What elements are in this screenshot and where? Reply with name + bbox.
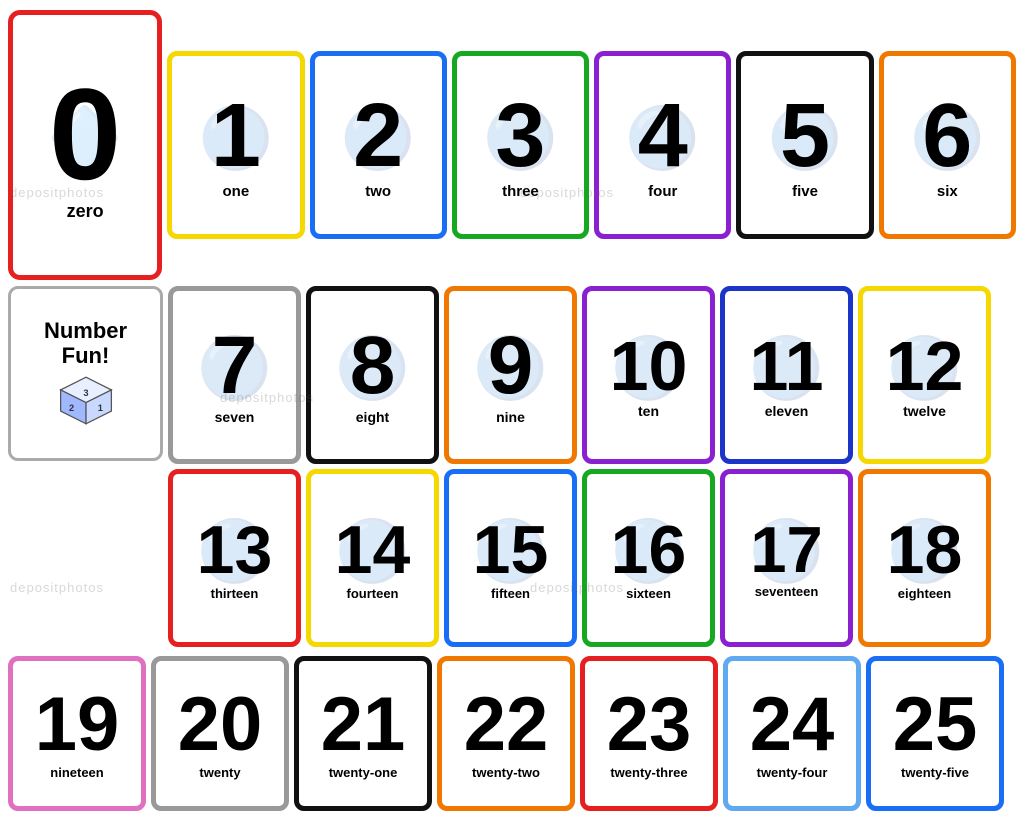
row-1: 🔷 0 zero 🔵 1 one 🔵 2 two 🔵 3 three 🔵 4 f…: [8, 10, 1016, 280]
card-8[interactable]: 🔵 8 eight: [306, 286, 439, 464]
card-14[interactable]: 🔵 14 fourteen: [306, 469, 439, 647]
card-6[interactable]: 🔵 6 six: [879, 51, 1016, 239]
card-10-num: 10: [610, 331, 688, 401]
card-6-word: six: [937, 183, 958, 200]
card-21-word: twenty-one: [329, 765, 398, 780]
card-15-num: 15: [473, 516, 549, 584]
card-25[interactable]: 25 twenty-five: [866, 656, 1004, 811]
card-13-num: 13: [197, 516, 273, 584]
card-15-word: fifteen: [491, 586, 530, 601]
card-12-num: 12: [886, 331, 964, 401]
card-4-word: four: [648, 183, 677, 200]
card-21[interactable]: 21 twenty-one: [294, 656, 432, 811]
row-3: 🔵 13 thirteen 🔵 14 fourteen 🔵 15 fifteen…: [168, 469, 991, 647]
card-20[interactable]: 20 twenty: [151, 656, 289, 811]
card-5[interactable]: 🔵 5 five: [736, 51, 873, 239]
card-5-word: five: [792, 183, 818, 200]
card-16[interactable]: 🔵 16 sixteen: [582, 469, 715, 647]
card-19-word: nineteen: [50, 765, 103, 780]
card-23-word: twenty-three: [610, 765, 687, 780]
card-1-num: 1: [211, 91, 261, 181]
card-15[interactable]: 🔵 15 fifteen: [444, 469, 577, 647]
card-22-word: twenty-two: [472, 765, 540, 780]
card-0-word: zero: [67, 201, 104, 222]
card-2-word: two: [365, 183, 391, 200]
card-21-num: 21: [321, 687, 406, 763]
card-25-num: 25: [893, 687, 978, 763]
card-13[interactable]: 🔵 13 thirteen: [168, 469, 301, 647]
card-7-num: 7: [212, 325, 258, 407]
card-9-num: 9: [488, 325, 534, 407]
card-12[interactable]: 🔵 12 twelve: [858, 286, 991, 464]
card-17-num: 17: [750, 517, 822, 582]
card-23[interactable]: 23 twenty-three: [580, 656, 718, 811]
card-1-word: one: [223, 183, 250, 200]
card-11-word: eleven: [765, 403, 809, 419]
card-14-num: 14: [335, 516, 411, 584]
card-7-word: seven: [215, 409, 255, 425]
card-13-word: thirteen: [211, 586, 259, 601]
card-11[interactable]: 🔵 11 eleven: [720, 286, 853, 464]
card-18-num: 18: [887, 516, 963, 584]
card-3[interactable]: 🔵 3 three: [452, 51, 589, 239]
main-container: depositphotos depositphotos depositphoto…: [0, 0, 1024, 823]
numfun-card[interactable]: Number Fun! 3 2 1: [8, 286, 163, 461]
card-8-num: 8: [350, 325, 396, 407]
card-25-word: twenty-five: [901, 765, 969, 780]
card-19-num: 19: [35, 687, 120, 763]
card-24-word: twenty-four: [757, 765, 828, 780]
card-5-num: 5: [780, 91, 830, 181]
card-14-word: fourteen: [347, 586, 399, 601]
card-9-word: nine: [496, 409, 525, 425]
card-10[interactable]: 🔵 10 ten: [582, 286, 715, 464]
card-7[interactable]: 🔵 7 seven: [168, 286, 301, 464]
card-23-num: 23: [607, 687, 692, 763]
card-20-num: 20: [178, 687, 263, 763]
row-4: 19 nineteen 20 twenty 21 twenty-one 22 t…: [8, 656, 1016, 811]
card-10-word: ten: [638, 403, 659, 419]
card-16-word: sixteen: [626, 586, 671, 601]
card-6-num: 6: [922, 91, 972, 181]
card-18[interactable]: 🔵 18 eighteen: [858, 469, 991, 647]
card-3-num: 3: [495, 91, 545, 181]
numfun-title: Number Fun!: [44, 319, 127, 367]
card-12-word: twelve: [903, 403, 946, 419]
card-11-num: 11: [750, 331, 824, 401]
card-16-num: 16: [611, 516, 687, 584]
svg-text:3: 3: [83, 388, 88, 398]
left-col: Number Fun! 3 2 1: [8, 286, 163, 461]
card-2[interactable]: 🔵 2 two: [310, 51, 447, 239]
row-2: 🔵 7 seven 🔵 8 eight 🔵 9 nine 🔵 10: [168, 286, 991, 464]
card-1[interactable]: 🔵 1 one: [167, 51, 304, 239]
card-2-num: 2: [353, 91, 403, 181]
card-24-num: 24: [750, 687, 835, 763]
card-0[interactable]: 🔷 0 zero: [8, 10, 162, 280]
card-22[interactable]: 22 twenty-two: [437, 656, 575, 811]
card-4-num: 4: [638, 91, 688, 181]
card-20-word: twenty: [199, 765, 240, 780]
svg-text:1: 1: [97, 403, 102, 413]
card-24[interactable]: 24 twenty-four: [723, 656, 861, 811]
card-17-word: seventeen: [755, 584, 819, 599]
card-4[interactable]: 🔵 4 four: [594, 51, 731, 239]
card-17[interactable]: 🔵 17 seventeen: [720, 469, 853, 647]
cube-icon: 3 2 1: [56, 373, 116, 428]
card-19[interactable]: 19 nineteen: [8, 656, 146, 811]
card-8-word: eight: [356, 409, 389, 425]
card-3-word: three: [502, 183, 539, 200]
svg-text:2: 2: [69, 403, 74, 413]
card-18-word: eighteen: [898, 586, 951, 601]
card-9[interactable]: 🔵 9 nine: [444, 286, 577, 464]
card-22-num: 22: [464, 687, 549, 763]
card-0-num: 0: [49, 69, 121, 199]
